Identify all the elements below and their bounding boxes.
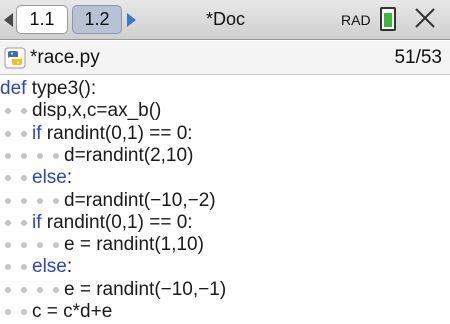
indent-dot-icon xyxy=(48,144,64,167)
indent-dot-icon xyxy=(32,189,48,212)
code-text: e = randint(1,10) xyxy=(64,234,204,256)
python-logo-icon xyxy=(4,47,26,69)
code-line[interactable]: disp,x,c=ax_b() xyxy=(0,99,161,122)
indent-dot-icon xyxy=(16,122,32,145)
code-keyword: if xyxy=(32,122,42,144)
indent-dot-icon xyxy=(16,300,32,323)
code-text: randint(0,1) == 0: xyxy=(41,122,193,144)
code-keyword: else xyxy=(32,256,67,278)
indent-dot-icon xyxy=(16,99,32,122)
indent-dot-icon xyxy=(0,189,16,212)
battery-icon xyxy=(380,7,396,31)
code-line[interactable]: if randint(0,1) == 0: xyxy=(0,122,193,145)
indent-dot-icon xyxy=(16,233,32,256)
code-text: type3(): xyxy=(26,78,97,99)
document-tab-bar: 1.1 1.2 *Doc RAD xyxy=(0,0,450,40)
code-line[interactable]: d=randint(−10,−2) xyxy=(0,189,216,212)
indent-dot-icon xyxy=(32,233,48,256)
indent-dot-icon xyxy=(48,278,64,301)
indent-dot-icon xyxy=(0,278,16,301)
code-line[interactable]: else: xyxy=(0,255,72,278)
code-line[interactable]: d=randint(2,10) xyxy=(0,144,193,167)
scroll-tabs-right-icon[interactable] xyxy=(127,13,136,27)
tab-page-1-1[interactable]: 1.1 xyxy=(16,5,68,34)
indent-dot-icon xyxy=(16,166,32,189)
close-icon[interactable] xyxy=(410,3,440,33)
code-line[interactable]: def type3(): xyxy=(0,77,96,100)
code-text: d=randint(−10,−2) xyxy=(64,189,216,211)
indent-dot-icon xyxy=(16,278,32,301)
indent-dot-icon xyxy=(16,144,32,167)
code-line[interactable]: e = randint(1,10) xyxy=(0,233,204,256)
code-line[interactable]: else: xyxy=(0,166,72,189)
indent-dot-icon xyxy=(0,211,16,234)
indent-dot-icon xyxy=(0,233,16,256)
code-text: : xyxy=(66,256,73,278)
code-editor[interactable]: def type3(): disp,x,c=ax_b() if randint(0,… xyxy=(0,77,450,324)
indent-dot-icon xyxy=(0,300,16,323)
code-text: randint(0,1) == 0: xyxy=(41,211,193,233)
code-text: disp,x,c=ax_b() xyxy=(32,100,162,122)
indent-dot-icon xyxy=(0,99,16,122)
indent-dot-icon xyxy=(0,166,16,189)
file-name: *race.py xyxy=(30,47,100,68)
indent-dot-icon xyxy=(48,189,64,212)
indent-dot-icon xyxy=(16,189,32,212)
code-keyword: if xyxy=(32,211,42,233)
indent-dot-icon xyxy=(0,255,16,278)
angle-mode-indicator: RAD xyxy=(341,12,371,28)
code-text: : xyxy=(66,167,73,189)
code-keyword: else xyxy=(32,167,67,189)
code-text: d=randint(2,10) xyxy=(64,144,194,166)
tab-page-1-2[interactable]: 1.2 xyxy=(72,5,122,34)
indent-dot-icon xyxy=(16,255,32,278)
code-line[interactable]: if randint(0,1) == 0: xyxy=(0,211,193,234)
code-line[interactable]: c = c*d+e xyxy=(0,300,112,323)
code-line[interactable]: e = randint(−10,−1) xyxy=(0,278,226,301)
document-title: *Doc xyxy=(206,9,246,29)
indent-dot-icon xyxy=(0,122,16,145)
indent-dot-icon xyxy=(32,144,48,167)
indent-dot-icon xyxy=(16,211,32,234)
editor-header: *race.py 51/53 xyxy=(0,41,450,75)
code-text: c = c*d+e xyxy=(32,301,113,322)
indent-dot-icon xyxy=(48,233,64,256)
code-text: e = randint(−10,−1) xyxy=(64,278,227,300)
scroll-tabs-left-icon[interactable] xyxy=(4,13,13,27)
indent-dot-icon xyxy=(32,278,48,301)
line-position-indicator: 51/53 xyxy=(394,47,442,68)
indent-dot-icon xyxy=(0,144,16,167)
code-keyword: def xyxy=(0,78,27,99)
